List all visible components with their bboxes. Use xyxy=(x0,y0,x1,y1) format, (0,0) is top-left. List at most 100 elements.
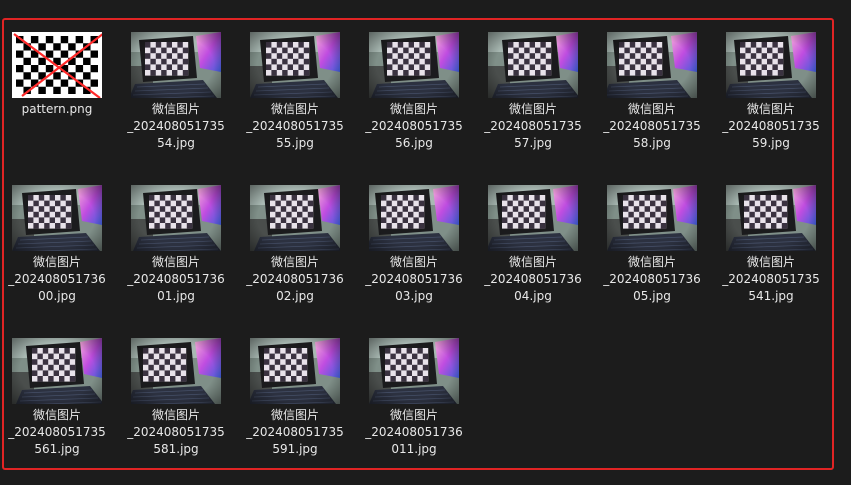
file-item[interactable]: 微信图片 _202408051735 581.jpg xyxy=(123,338,229,458)
photo-thumbnail[interactable] xyxy=(726,32,816,98)
file-name-line: _202408051736 xyxy=(365,425,463,439)
file-name-line: _202408051736 xyxy=(365,272,463,286)
file-name-line: 微信图片 xyxy=(389,102,438,116)
photo-thumbnail[interactable] xyxy=(607,32,697,98)
file-name-line: _202408051736 xyxy=(484,272,582,286)
file-name-line: 55.jpg xyxy=(276,136,314,150)
file-name-line: 微信图片 xyxy=(508,255,557,269)
file-name-line: 微信图片 xyxy=(389,255,438,269)
file-name-line: _202408051736 xyxy=(8,272,106,286)
file-name-line: _202408051735 xyxy=(722,272,820,286)
file-name-line: _202408051735 xyxy=(603,119,701,133)
file-name: 微信图片 _202408051736 04.jpg xyxy=(480,254,586,305)
file-item[interactable]: 微信图片 _202408051735 59.jpg xyxy=(718,32,824,152)
file-name-line: 00.jpg xyxy=(38,289,76,303)
file-name-line: 58.jpg xyxy=(633,136,671,150)
file-name-line: 微信图片 xyxy=(746,102,795,116)
pattern-thumbnail[interactable] xyxy=(12,32,102,98)
file-explorer-view: pattern.png 微信图片 _202408051735 54.jpg 微信图片 _2… xyxy=(0,0,851,485)
file-name-line: _202408051735 xyxy=(722,119,820,133)
file-item[interactable]: 微信图片 _202408051735 55.jpg xyxy=(242,32,348,152)
photo-thumbnail[interactable] xyxy=(250,338,340,404)
photo-thumbnail[interactable] xyxy=(131,185,221,251)
file-item[interactable]: 微信图片 _202408051736 04.jpg xyxy=(480,185,586,305)
file-name-line: _202408051735 xyxy=(127,425,225,439)
file-item[interactable]: 微信图片 _202408051736 00.jpg xyxy=(4,185,110,305)
file-name: 微信图片 _202408051735 581.jpg xyxy=(123,407,229,458)
photo-thumbnail[interactable] xyxy=(607,185,697,251)
photo-thumbnail[interactable] xyxy=(369,338,459,404)
file-item[interactable]: pattern.png xyxy=(4,32,110,118)
file-name-line: 微信图片 xyxy=(32,408,81,422)
file-name-line: _202408051736 xyxy=(603,272,701,286)
photo-thumbnail[interactable] xyxy=(488,185,578,251)
file-item[interactable]: 微信图片 _202408051735 58.jpg xyxy=(599,32,705,152)
file-name: 微信图片 _202408051735 561.jpg xyxy=(4,407,110,458)
file-item[interactable]: 微信图片 _202408051736 05.jpg xyxy=(599,185,705,305)
file-name-line: 微信图片 xyxy=(270,102,319,116)
photo-thumbnail[interactable] xyxy=(369,185,459,251)
file-item[interactable]: 微信图片 _202408051736 02.jpg xyxy=(242,185,348,305)
file-name-line: 微信图片 xyxy=(151,102,200,116)
file-name: pattern.png xyxy=(4,101,110,118)
file-name-line: 微信图片 xyxy=(389,408,438,422)
file-name-line: 微信图片 xyxy=(32,255,81,269)
file-name: 微信图片 _202408051735 56.jpg xyxy=(361,101,467,152)
file-name-line: 微信图片 xyxy=(270,255,319,269)
file-name-line: 微信图片 xyxy=(508,102,557,116)
photo-thumbnail[interactable] xyxy=(131,32,221,98)
photo-thumbnail[interactable] xyxy=(12,338,102,404)
file-name: 微信图片 _202408051736 05.jpg xyxy=(599,254,705,305)
file-name-line: 581.jpg xyxy=(153,442,199,456)
file-name: 微信图片 _202408051735 541.jpg xyxy=(718,254,824,305)
file-name: 微信图片 _202408051735 54.jpg xyxy=(123,101,229,152)
file-name-line: 微信图片 xyxy=(151,255,200,269)
file-name-line: 54.jpg xyxy=(157,136,195,150)
photo-thumbnail[interactable] xyxy=(12,185,102,251)
file-name-line: _202408051736 xyxy=(246,272,344,286)
file-item[interactable]: 微信图片 _202408051736 01.jpg xyxy=(123,185,229,305)
file-item[interactable]: 微信图片 _202408051735 54.jpg xyxy=(123,32,229,152)
file-name-line: 541.jpg xyxy=(748,289,794,303)
file-name-line: 05.jpg xyxy=(633,289,671,303)
file-item[interactable]: 微信图片 _202408051735 541.jpg xyxy=(718,185,824,305)
file-item[interactable]: 微信图片 _202408051736 011.jpg xyxy=(361,338,467,458)
file-name-line: 03.jpg xyxy=(395,289,433,303)
file-item[interactable]: 微信图片 _202408051736 03.jpg xyxy=(361,185,467,305)
file-name: 微信图片 _202408051736 03.jpg xyxy=(361,254,467,305)
photo-thumbnail[interactable] xyxy=(131,338,221,404)
file-name: 微信图片 _202408051735 591.jpg xyxy=(242,407,348,458)
file-name-line: 59.jpg xyxy=(752,136,790,150)
file-item[interactable]: 微信图片 _202408051735 56.jpg xyxy=(361,32,467,152)
photo-thumbnail[interactable] xyxy=(250,32,340,98)
file-name-line: 56.jpg xyxy=(395,136,433,150)
file-item[interactable]: 微信图片 _202408051735 561.jpg xyxy=(4,338,110,458)
file-name-line: pattern.png xyxy=(21,102,93,116)
file-name-line: 微信图片 xyxy=(627,255,676,269)
file-name: 微信图片 _202408051735 58.jpg xyxy=(599,101,705,152)
file-name-line: _202408051735 xyxy=(127,119,225,133)
file-name: 微信图片 _202408051735 55.jpg xyxy=(242,101,348,152)
file-name-line: _202408051735 xyxy=(246,425,344,439)
file-item[interactable]: 微信图片 _202408051735 591.jpg xyxy=(242,338,348,458)
file-name-line: 微信图片 xyxy=(627,102,676,116)
file-name-line: 57.jpg xyxy=(514,136,552,150)
file-name: 微信图片 _202408051736 02.jpg xyxy=(242,254,348,305)
photo-thumbnail[interactable] xyxy=(726,185,816,251)
photo-thumbnail[interactable] xyxy=(250,185,340,251)
file-name-line: 微信图片 xyxy=(746,255,795,269)
file-name-line: _202408051735 xyxy=(246,119,344,133)
photo-thumbnail[interactable] xyxy=(369,32,459,98)
file-item[interactable]: 微信图片 _202408051735 57.jpg xyxy=(480,32,586,152)
file-name-line: _202408051735 xyxy=(8,425,106,439)
file-name-line: _202408051735 xyxy=(365,119,463,133)
file-name-line: 011.jpg xyxy=(391,442,437,456)
photo-thumbnail[interactable] xyxy=(488,32,578,98)
file-name-line: 04.jpg xyxy=(514,289,552,303)
file-name: 微信图片 _202408051736 00.jpg xyxy=(4,254,110,305)
file-name-line: 561.jpg xyxy=(34,442,80,456)
file-name: 微信图片 _202408051735 57.jpg xyxy=(480,101,586,152)
file-name-line: _202408051735 xyxy=(484,119,582,133)
file-name: 微信图片 _202408051736 01.jpg xyxy=(123,254,229,305)
file-name: 微信图片 _202408051736 011.jpg xyxy=(361,407,467,458)
